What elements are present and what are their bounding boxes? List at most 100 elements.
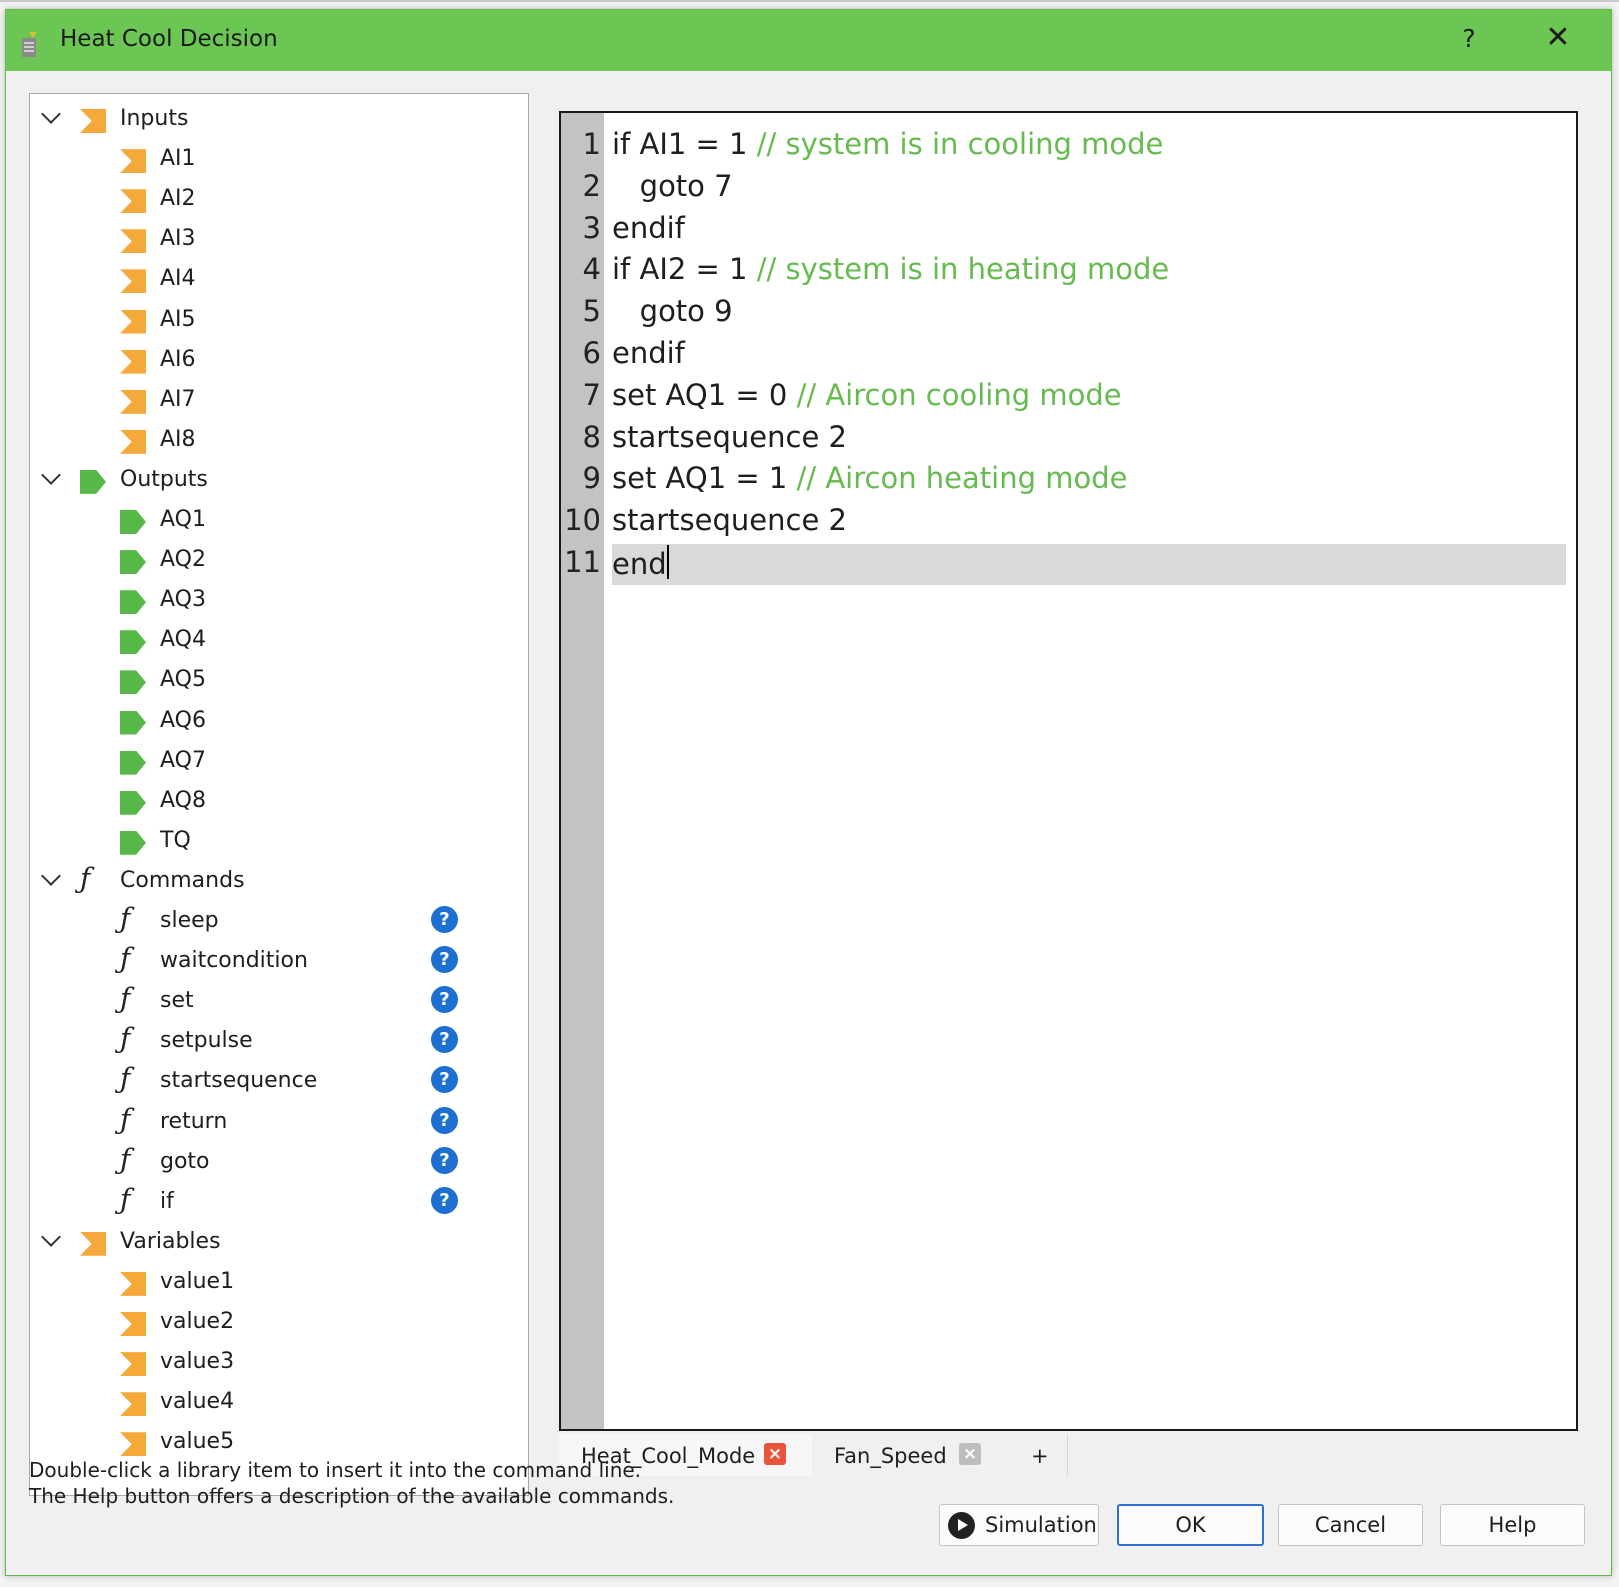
output-icon [120,630,146,655]
line-number: 1 [582,127,601,161]
tree-item-aq2[interactable]: AQ2 [30,542,510,578]
tree-item-label: value3 [160,1349,235,1375]
tree-item-aq6[interactable]: AQ6 [30,703,510,739]
help-button[interactable]: Help [1440,1504,1585,1546]
input-icon [120,349,146,374]
chevron-down-icon[interactable] [41,464,61,485]
code-text: if AI1 = 1 [612,127,757,161]
tree-item-aq4[interactable]: AQ4 [30,622,510,658]
add-tab-button[interactable]: + [1007,1434,1068,1476]
code-line[interactable]: if AI1 = 1 // system is in cooling mode [612,127,1163,161]
output-icon [120,710,146,735]
tree-item-ai2[interactable]: AI2 [30,181,510,217]
tree-item-ai4[interactable]: AI4 [30,261,510,297]
play-icon [948,1512,975,1539]
tree-item-aq5[interactable]: AQ5 [30,662,510,698]
tree-item-aq7[interactable]: AQ7 [30,743,510,779]
tree-group-inputs[interactable]: Inputs [30,101,510,137]
tree-item-label: value5 [160,1429,235,1455]
chevron-down-icon[interactable] [41,1226,61,1247]
ok-button[interactable]: OK [1117,1504,1264,1546]
tree-group-variables[interactable]: Variables [30,1224,510,1260]
code-line[interactable]: startsequence 2 [612,503,847,537]
tree-item-set[interactable]: ƒ set? [30,983,510,1019]
tree-item-ai3[interactable]: AI3 [30,221,510,257]
tree-item-label: TQ [160,827,191,853]
tree-group-commands[interactable]: ƒ Commands [30,863,510,899]
tree-item-ai7[interactable]: AI7 [30,382,510,418]
tree-item-startsequence[interactable]: ƒ startsequence? [30,1063,510,1099]
help-circle-icon[interactable]: ? [431,986,458,1014]
tree-item-label: if [160,1188,174,1214]
tree-item-value3[interactable]: value3 [30,1344,510,1380]
tab-fan-speed[interactable]: Fan_Speed × [812,1434,1008,1476]
help-circle-icon[interactable]: ? [431,1026,458,1054]
cancel-button[interactable]: Cancel [1278,1504,1423,1546]
line-number: 6 [582,336,601,370]
output-icon [120,790,146,815]
hint-text-help: The Help button offers a description of … [29,1484,675,1508]
title-bar: Heat Cool Decision ? ✕ [6,10,1611,71]
help-circle-icon[interactable]: ? [431,1106,458,1134]
code-line[interactable]: goto 7 [612,169,733,203]
tree-item-aq8[interactable]: AQ8 [30,783,510,819]
tree-item-return[interactable]: ƒ return? [30,1104,510,1140]
code-text: goto 7 [612,168,733,203]
code-line[interactable]: endif [612,336,685,370]
tree-item-goto[interactable]: ƒ goto? [30,1144,510,1180]
code-line[interactable]: end [612,545,669,581]
tree-item-label: AQ7 [160,747,206,773]
tree-item-value2[interactable]: value2 [30,1304,510,1340]
code-line[interactable]: set AQ1 = 1 // Aircon heating mode [612,461,1127,495]
function-icon: ƒ [120,942,131,976]
tree-item-ai1[interactable]: AI1 [30,141,510,177]
command-editor[interactable]: 1 if AI1 = 1 // system is in cooling mode… [559,111,1578,1431]
code-line[interactable]: endif [612,211,685,245]
close-tab-icon[interactable]: × [764,1443,786,1465]
help-circle-icon[interactable]: ? [431,946,458,974]
tree-item-setpulse[interactable]: ƒ setpulse? [30,1023,510,1059]
hint-text-insert: Double-click a library item to insert it… [29,1458,642,1482]
tree-item-label: AI4 [160,266,196,292]
code-text: startsequence 2 [612,419,847,454]
code-comment: // Aircon heating mode [796,461,1128,496]
help-circle-icon[interactable]: ? [431,906,458,933]
tree-item-sleep[interactable]: ƒ sleep? [30,903,510,939]
tree-item-ai5[interactable]: AI5 [30,302,510,338]
close-tab-icon[interactable]: × [959,1443,981,1465]
code-line[interactable]: set AQ1 = 0 // Aircon cooling mode [612,378,1122,412]
tree-item-ai6[interactable]: AI6 [30,342,510,378]
add-tab-label: + [1031,1444,1049,1468]
tree-item-aq3[interactable]: AQ3 [30,582,510,618]
tree-item-label: waitcondition [160,948,308,974]
chevron-down-icon[interactable] [41,865,61,886]
line-number: 7 [582,377,601,412]
tree-item-value5[interactable]: value5 [30,1424,510,1460]
tree-item-label: AI8 [160,426,196,452]
output-icon [120,830,146,855]
code-comment: // system is in heating mode [756,252,1170,287]
tree-item-if[interactable]: ƒ if? [30,1184,510,1220]
tree-item-tq[interactable]: TQ [30,823,510,859]
help-title-button[interactable]: ? [1454,24,1484,53]
close-button[interactable]: ✕ [1540,20,1576,55]
tree-group-label: Variables [120,1228,221,1254]
tree-item-aq1[interactable]: AQ1 [30,502,510,538]
code-line[interactable]: if AI2 = 1 // system is in heating mode [612,252,1169,286]
tree-item-value1[interactable]: value1 [30,1264,510,1300]
help-circle-icon[interactable]: ? [431,1146,458,1174]
code-line[interactable]: startsequence 2 [612,420,847,454]
simulation-button[interactable]: Simulation [939,1504,1099,1546]
tree-group-outputs[interactable]: Outputs [30,462,510,498]
tree-group-label: Inputs [120,106,189,131]
tree-item-value4[interactable]: value4 [30,1384,510,1420]
input-icon [120,429,146,454]
tree-item-label: AQ3 [160,587,206,613]
help-circle-icon[interactable]: ? [431,1186,458,1214]
library-tree[interactable]: Inputs AI1 AI2 AI3 AI4 AI5 AI6 AI7 AI8 Outputs AQ1… [29,93,529,1496]
help-circle-icon[interactable]: ? [431,1066,458,1094]
tree-item-waitcondition[interactable]: ƒ waitcondition? [30,943,510,979]
tree-item-ai8[interactable]: AI8 [30,422,510,458]
chevron-down-icon[interactable] [41,104,61,124]
code-line[interactable]: goto 9 [612,294,733,328]
